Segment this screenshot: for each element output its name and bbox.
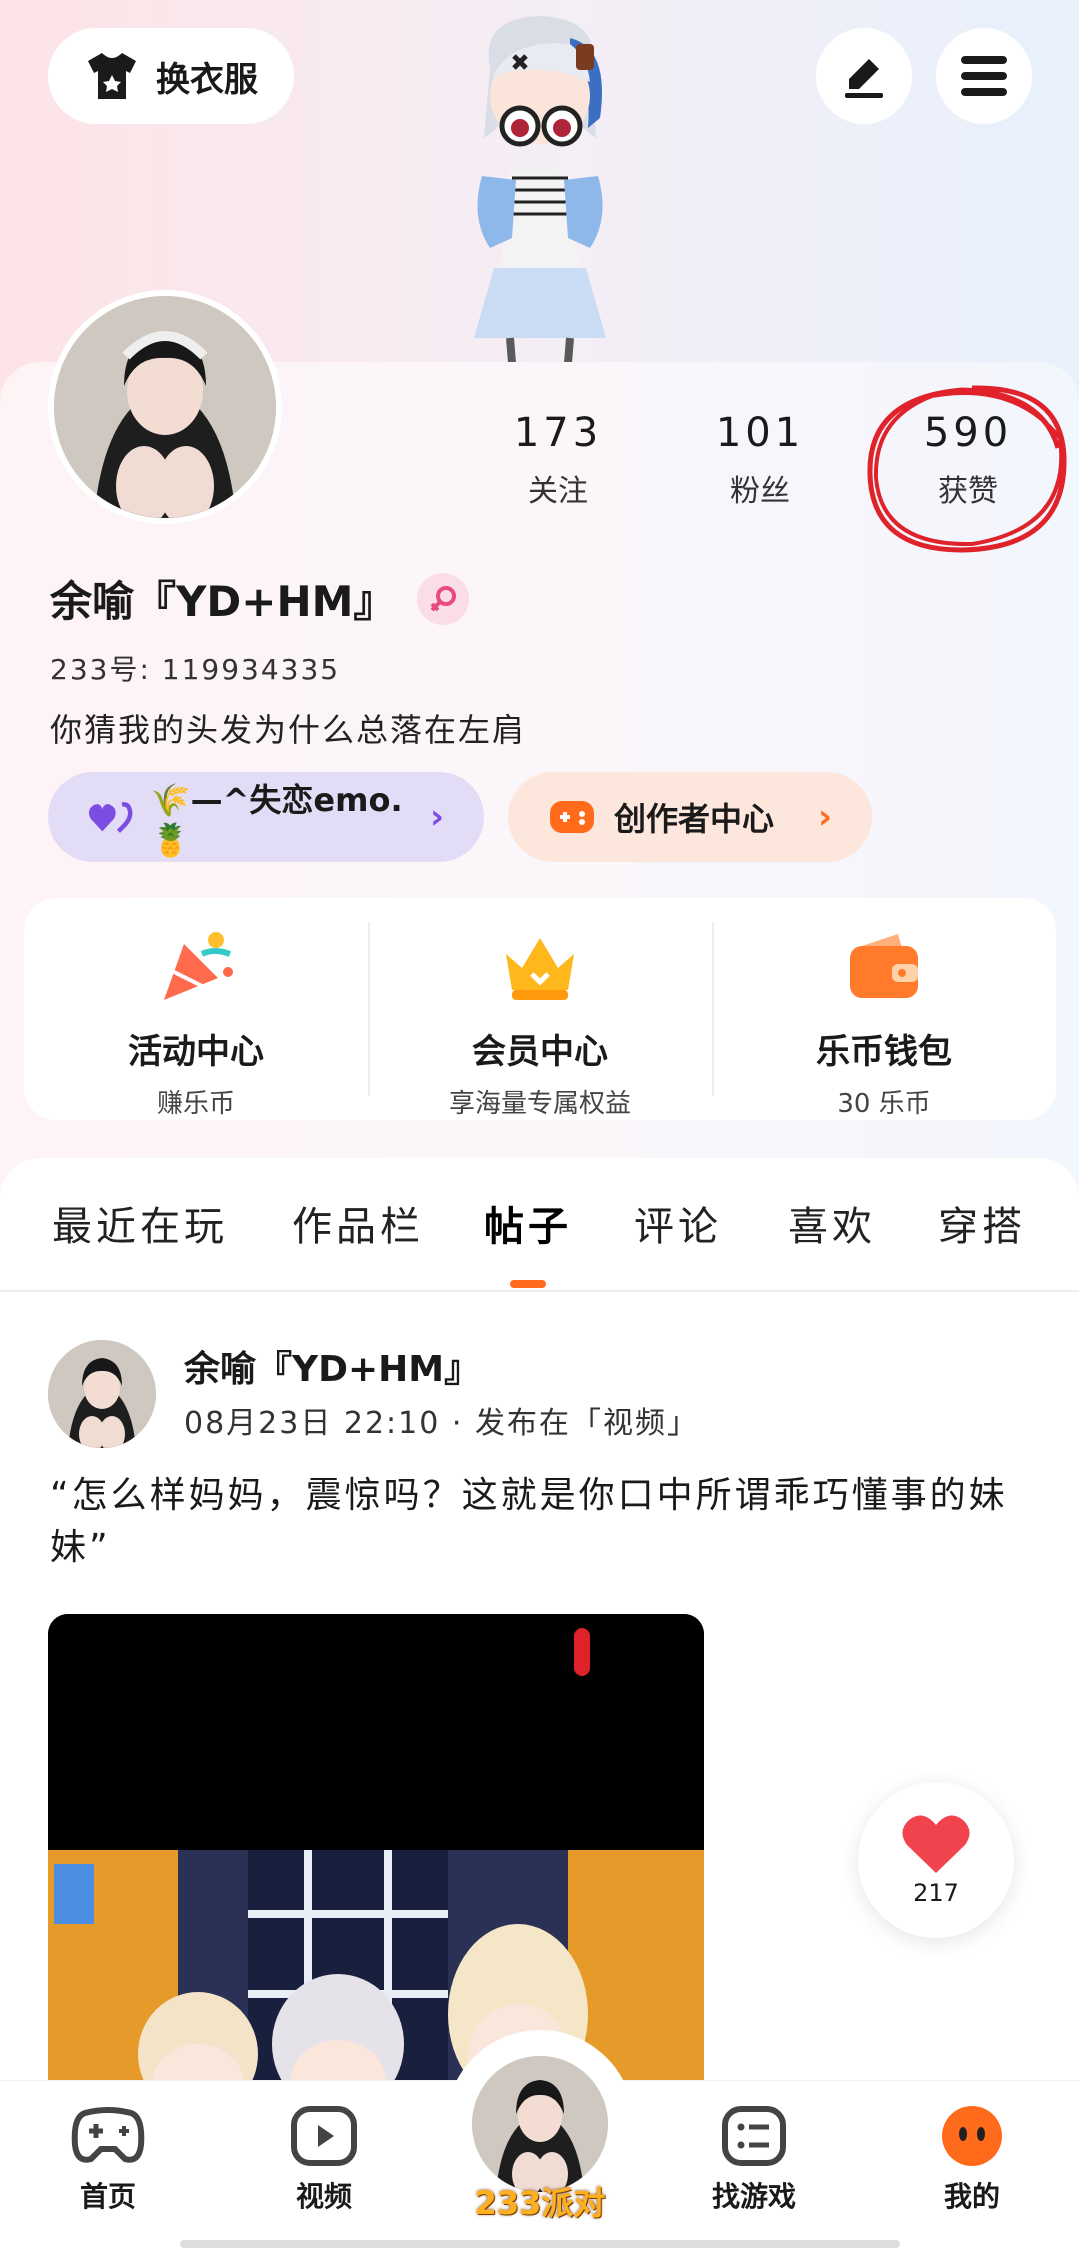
menu-icon xyxy=(961,56,1007,96)
relationship-label: 🌾—^失恋emo.🍍 xyxy=(150,781,403,859)
creator-center-label: 创作者中心 xyxy=(614,800,775,838)
like-count: 217 xyxy=(913,1879,959,1907)
heart-icon xyxy=(902,1815,970,1873)
post-text[interactable]: “怎么样妈妈，震惊吗？这就是你口中所谓乖巧懂事的妹妹” xyxy=(50,1470,1030,1574)
nav-me-label: 我的 xyxy=(943,2180,1000,2213)
pen-icon xyxy=(845,59,883,98)
coin-wallet-title: 乐币钱包 xyxy=(816,1032,952,1072)
heart-pair-icon xyxy=(88,802,133,833)
user-bio: 你猜我的头发为什么总落在左肩 xyxy=(50,711,527,749)
feature-cards: 活动中心 赚乐币 会员中心 享海量专属权益 乐币钱包 30 乐币 xyxy=(24,898,1056,1120)
username: 余喻『YD+HM』 xyxy=(50,577,396,626)
user-id: 233号: 119934335 xyxy=(50,653,341,686)
avatar-photo xyxy=(54,296,276,518)
nav-me[interactable]: 我的 xyxy=(902,2105,1042,2215)
crown-icon xyxy=(506,938,574,1000)
nav-party-avatar[interactable] xyxy=(468,2052,612,2196)
relationship-chip[interactable]: 🌾—^失恋emo.🍍 › xyxy=(48,772,484,862)
tab-posts[interactable]: 帖子 xyxy=(484,1194,572,1252)
play-icon xyxy=(291,2106,357,2166)
tab-likes[interactable]: 喜欢 xyxy=(788,1194,876,1252)
wallet-icon xyxy=(850,934,918,998)
coin-wallet[interactable]: 乐币钱包 30 乐币 xyxy=(712,898,1056,1120)
tab-outfits[interactable]: 穿搭 xyxy=(938,1194,1026,1252)
nav-party-label[interactable]: 233派对 xyxy=(470,2178,610,2224)
stat-followers[interactable]: 101 粉丝 xyxy=(680,410,840,510)
nav-video-label: 视频 xyxy=(295,2180,352,2213)
red-circle-annotation xyxy=(867,385,1067,553)
change-outfit-label: 换衣服 xyxy=(156,59,258,100)
stat-following[interactable]: 173 关注 xyxy=(478,410,638,510)
member-center[interactable]: 会员中心 享海量专属权益 xyxy=(368,898,712,1120)
tshirt-icon xyxy=(88,53,136,99)
gamepad-icon xyxy=(550,801,594,833)
party-popper-icon xyxy=(164,932,233,1000)
member-center-sub: 享海量专属权益 xyxy=(448,1089,631,1119)
gamepad-outline-icon xyxy=(71,2107,145,2163)
followers-label: 粉丝 xyxy=(730,474,790,509)
active-tab-indicator xyxy=(510,1280,546,1288)
nav-video[interactable]: 视频 xyxy=(254,2105,394,2215)
member-center-title: 会员中心 xyxy=(472,1032,608,1072)
tab-recently-played[interactable]: 最近在玩 xyxy=(52,1194,228,1252)
menu-button[interactable] xyxy=(936,28,1032,124)
avatar-3d-character[interactable] xyxy=(420,8,660,363)
activity-center-sub: 赚乐币 xyxy=(156,1089,235,1119)
chevron-right-icon: › xyxy=(429,797,444,837)
followers-count: 101 xyxy=(715,410,805,456)
following-label: 关注 xyxy=(528,474,588,509)
change-outfit-button[interactable]: 换衣服 xyxy=(48,28,294,124)
list-icon xyxy=(722,2106,786,2166)
username-row: 余喻『YD+HM』 xyxy=(50,568,470,629)
home-indicator xyxy=(180,2240,900,2248)
tab-works[interactable]: 作品栏 xyxy=(292,1194,424,1252)
nav-find-games-label: 找游戏 xyxy=(711,2180,796,2213)
nav-home[interactable]: 首页 xyxy=(38,2105,178,2215)
female-gender-icon xyxy=(417,572,470,625)
profile-tabs: 最近在玩 作品栏 帖子 评论 喜欢 穿搭 xyxy=(0,1158,1079,1292)
like-button[interactable]: 217 xyxy=(858,1782,1014,1938)
chevron-right-icon: › xyxy=(817,797,832,837)
nav-find-games[interactable]: 找游戏 xyxy=(684,2105,824,2215)
profile-avatar[interactable] xyxy=(48,290,282,524)
edit-profile-button[interactable] xyxy=(816,28,912,124)
nav-home-label: 首页 xyxy=(79,2180,136,2213)
profile-face-icon xyxy=(942,2106,1002,2166)
activity-center-title: 活动中心 xyxy=(128,1032,264,1072)
creator-center-chip[interactable]: 创作者中心 › xyxy=(508,772,872,862)
coin-wallet-sub: 30 乐币 xyxy=(837,1089,931,1119)
post-meta: 08月23日 22:10 · 发布在「视频」 xyxy=(184,1406,699,1441)
following-count: 173 xyxy=(513,410,603,456)
post-video-thumbnail[interactable] xyxy=(48,1614,704,2114)
activity-center[interactable]: 活动中心 赚乐币 xyxy=(24,898,368,1120)
tab-comments[interactable]: 评论 xyxy=(634,1194,722,1252)
post-author-avatar[interactable] xyxy=(48,1340,156,1448)
post-author-name[interactable]: 余喻『YD+HM』 xyxy=(184,1340,480,1392)
